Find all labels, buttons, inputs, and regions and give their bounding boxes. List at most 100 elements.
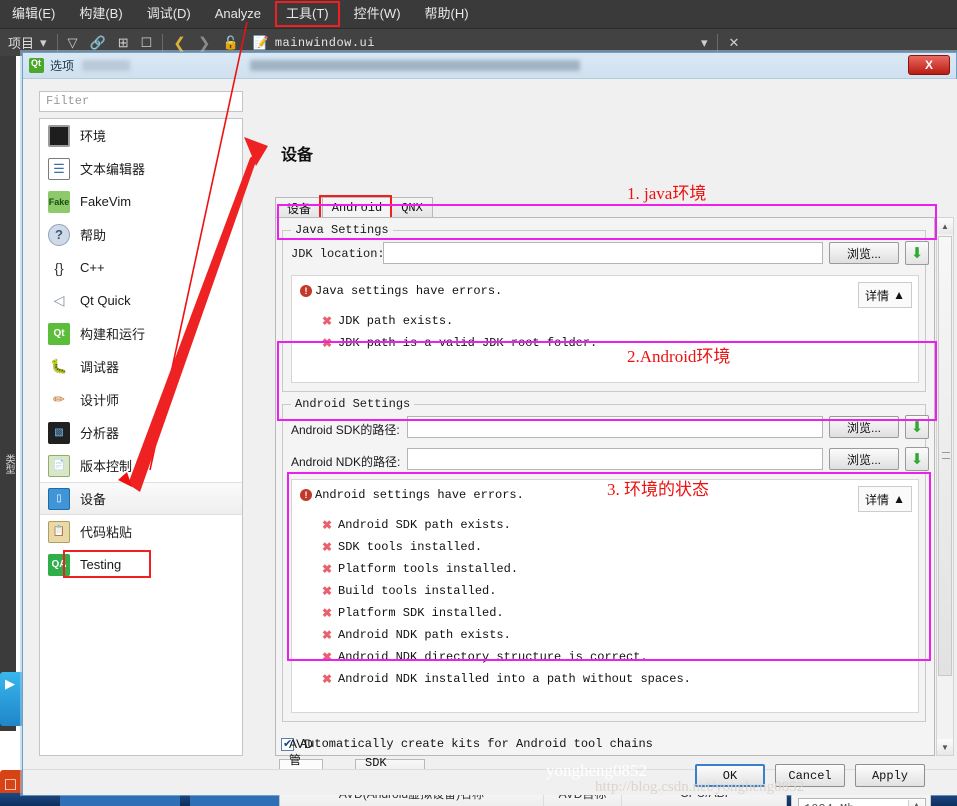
sidebar-item-label: FakeVim [80, 194, 132, 209]
chevron-up-icon: ▲ [893, 492, 905, 506]
menu-item-debug[interactable]: 调试(D) [135, 0, 203, 28]
download-icon[interactable]: ⬇ [905, 241, 929, 265]
error-x-icon: ✖ [322, 314, 333, 329]
android-error-text: Android SDK path exists. [338, 518, 511, 532]
media-player-taskbar-icon[interactable] [0, 672, 24, 726]
sidebar-item-testing[interactable]: QA Testing [40, 548, 242, 581]
java-error-header-text: Java settings have errors. [315, 284, 503, 298]
options-dialog: 选项 X Filter 环境 ☰ 文本编辑器 Fake FakeVi [22, 52, 957, 806]
error-circle-icon: ! [300, 489, 312, 501]
sidebar-item-label: 分析器 [80, 426, 120, 441]
open-file-name[interactable]: mainwindow.ui [269, 36, 375, 50]
android-sdk-path-input[interactable] [407, 416, 823, 438]
sidebar-item-cpp[interactable]: {} C++ [40, 251, 242, 284]
java-detail-button[interactable]: 详情 ▲ [858, 282, 912, 308]
sidebar-item-environment[interactable]: 环境 [40, 119, 242, 152]
android-ndk-browse-button[interactable]: 浏览... [829, 448, 899, 470]
menu-item-analyze[interactable]: Analyze [203, 0, 273, 28]
scroll-up-icon[interactable]: ▲ [937, 218, 953, 234]
device-icon: ▯ [48, 487, 70, 510]
title-blurred-text-2 [250, 60, 581, 71]
tab-android[interactable]: Android [322, 197, 392, 218]
android-error-text: Android NDK directory structure is corre… [338, 650, 648, 664]
ide-menu-bar: 编辑(E) 构建(B) 调试(D) Analyze 工具(T) 控件(W) 帮助… [0, 0, 957, 28]
back-arrow-icon[interactable]: ❮ [167, 34, 192, 52]
download-icon[interactable]: ⬇ [905, 415, 929, 439]
android-detail-button[interactable]: 详情 ▲ [858, 486, 912, 512]
java-error-text: JDK path is a valid JDK root folder. [338, 336, 598, 350]
jdk-browse-button[interactable]: 浏览... [829, 242, 899, 264]
sidebar-item-build-run[interactable]: Qt 构建和运行 [40, 317, 242, 350]
options-category-list[interactable]: 环境 ☰ 文本编辑器 Fake FakeVim ? 帮助 {} C++ ◁ Qt… [39, 118, 243, 756]
java-error-header: ! Java settings have errors. [292, 276, 918, 298]
edit-document-icon: 📝 [252, 34, 269, 50]
jdk-location-input[interactable] [383, 242, 823, 264]
menu-item-build[interactable]: 构建(B) [67, 0, 134, 28]
auto-kits-label: Automatically create kits for Android to… [300, 737, 653, 751]
sidebar-item-label: Qt Quick [80, 293, 131, 308]
android-detail-label: 详情 [865, 492, 890, 507]
list-item: ✖ Android SDK path exists. [322, 514, 918, 536]
error-x-icon: ✖ [322, 336, 333, 351]
android-error-text: Android NDK path exists. [338, 628, 511, 642]
annotation-label-1: 1. java环境 [627, 184, 707, 203]
sidebar-item-devices[interactable]: ▯ 设备 [40, 482, 242, 515]
android-ndk-path-input[interactable] [407, 448, 823, 470]
project-selector-label[interactable]: 项目 [0, 33, 34, 52]
menu-item-help[interactable]: 帮助(H) [413, 0, 481, 28]
menu-item-edit[interactable]: 编辑(E) [0, 0, 67, 28]
java-error-text: JDK path exists. [338, 314, 454, 328]
jdk-location-label: JDK location: [291, 247, 385, 261]
auto-kits-checkbox-row[interactable]: Automatically create kits for Android to… [281, 737, 653, 751]
scroll-down-icon[interactable]: ▼ [937, 739, 953, 755]
toolbar-divider-3 [717, 33, 719, 52]
sidebar-item-label: 帮助 [80, 228, 107, 243]
forward-arrow-icon[interactable]: ❯ [192, 34, 217, 52]
scrollbar-thumb[interactable] [938, 236, 952, 676]
braces-icon: {} [48, 256, 70, 279]
android-error-text: Build tools installed. [338, 584, 497, 598]
menu-item-widgets[interactable]: 控件(W) [342, 0, 413, 28]
help-question-icon: ? [48, 223, 70, 246]
error-x-icon: ✖ [322, 540, 333, 555]
android-error-text: Android NDK installed into a path withou… [338, 672, 691, 686]
sidebar-item-fakevim[interactable]: Fake FakeVim [40, 185, 242, 218]
android-ndk-path-label: Android NDK的路径: [291, 455, 401, 469]
error-x-icon: ✖ [322, 518, 333, 533]
partition-size-stepper[interactable]: 1024 Mb ▲ ▼ [798, 798, 926, 806]
stepper-up-icon[interactable]: ▲ [914, 802, 918, 806]
sidebar-item-designer[interactable]: ✏ 设计师 [40, 383, 242, 416]
error-x-icon: ✖ [322, 606, 333, 621]
sidebar-item-qt-quick[interactable]: ◁ Qt Quick [40, 284, 242, 317]
close-button[interactable]: X [908, 55, 950, 75]
dialog-footer: OK Cancel Apply [23, 764, 957, 795]
sidebar-item-debugger[interactable]: 🐛 调试器 [40, 350, 242, 383]
list-item: ✖ Platform SDK installed. [322, 602, 918, 624]
monitor-icon [48, 124, 70, 147]
stepper-arrows[interactable]: ▲ ▼ [908, 800, 924, 806]
download-icon[interactable]: ⬇ [905, 447, 929, 471]
sidebar-item-code-paste[interactable]: 📋 代码粘贴 [40, 515, 242, 548]
android-sdk-browse-button[interactable]: 浏览... [829, 416, 899, 438]
qt-build-icon: Qt [48, 322, 70, 345]
sidebar-item-text-editor[interactable]: ☰ 文本编辑器 [40, 152, 242, 185]
error-circle-icon: ! [300, 285, 312, 297]
menu-item-tools[interactable]: 工具(T) [274, 1, 340, 27]
tab-qnx[interactable]: QNX [391, 197, 433, 218]
left-strip-label[interactable]: 类型 [1, 454, 16, 474]
android-errors-panel: ! Android settings have errors. 详情 ▲ ✖ A… [291, 479, 919, 713]
partition-size-value: 1024 Mb [804, 802, 854, 806]
text-editor-icon: ☰ [48, 157, 70, 180]
android-settings-group-title: Android Settings [291, 397, 415, 411]
sidebar-item-help[interactable]: ? 帮助 [40, 218, 242, 251]
dialog-title-bar[interactable]: 选项 X [23, 53, 956, 79]
options-scrollbar[interactable]: ▲ ▼ [936, 217, 954, 756]
tab-devices[interactable]: 设备 [275, 197, 323, 218]
filter-input[interactable]: Filter [39, 91, 243, 112]
sidebar-item-version-control[interactable]: 📄 版本控制 [40, 449, 242, 482]
bug-icon: 🐛 [48, 355, 70, 378]
watermark-url: http://blog.csdn.net/yongheng0852 [595, 779, 805, 795]
sidebar-item-analyzer[interactable]: ▧ 分析器 [40, 416, 242, 449]
android-error-text: SDK tools installed. [338, 540, 483, 554]
apply-button[interactable]: Apply [855, 764, 925, 787]
